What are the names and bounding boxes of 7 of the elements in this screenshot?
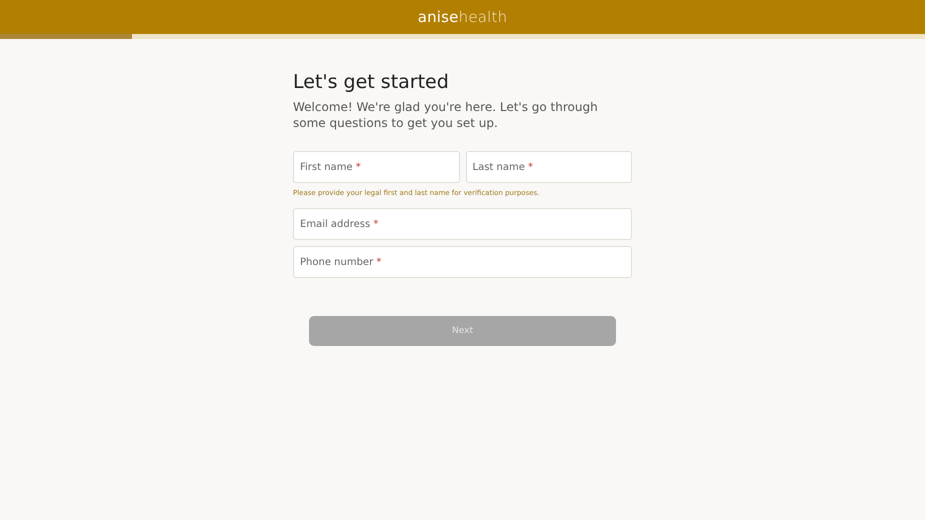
logo: anisehealth	[418, 8, 508, 26]
name-field[interactable]: Last name *	[466, 151, 632, 183]
input-field[interactable]: Phone number *	[293, 246, 632, 278]
input-field[interactable]: Email address *	[293, 208, 632, 240]
page-title: Let's get started	[293, 71, 450, 93]
name-field[interactable]: First name *	[293, 151, 460, 183]
welcome-text: Welcome! We're glad you're here. Let's go through some questions to get you set up.	[293, 99, 599, 131]
